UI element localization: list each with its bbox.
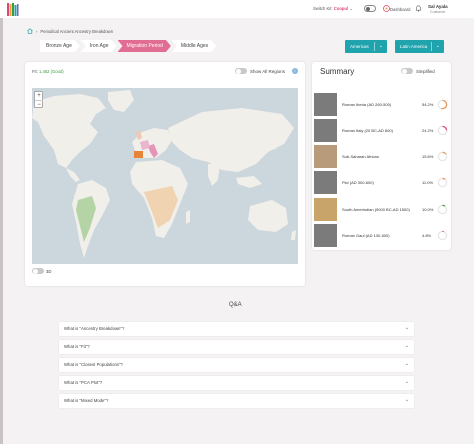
population-ring-chart (437, 151, 448, 162)
tab-middle-ages[interactable]: Middle Ages (172, 40, 216, 52)
kit-name[interactable]: Coopul (334, 6, 348, 11)
population-name: Roman Italy (20 BC-AD 600) (342, 128, 393, 133)
summary-card: Summary Simplified Roman Iberia (AD 260-… (312, 62, 451, 250)
show-all-regions-toggle[interactable] (235, 68, 247, 74)
population-thumbnail (314, 93, 337, 116)
map-card: Fit: 1.462 (Good) Show All Regions i + −… (25, 62, 305, 286)
population-thumbnail (314, 224, 337, 247)
chevron-down-icon: ⌄ (349, 6, 353, 11)
region-select[interactable]: Americas ⌄ (345, 40, 387, 53)
population-ring-chart (437, 177, 448, 188)
population-percent: 24.2% (422, 128, 434, 133)
zoom-in-button[interactable]: + (35, 92, 43, 100)
fit-value: 1.462 (Good) (39, 69, 64, 74)
population-ring-chart (437, 230, 448, 241)
era-tabs: Bronze Age Iron Age Migration Period Mid… (40, 40, 217, 52)
tab-migration-period[interactable]: Migration Period (118, 40, 171, 52)
chevron-down-icon: ⌄ (435, 43, 440, 49)
population-name: Roman Iberia (AD 260-500) (342, 102, 392, 107)
zoom-out-button[interactable]: − (35, 100, 43, 108)
kit-toggle[interactable] (364, 5, 376, 12)
subregion-select[interactable]: Latin America ⌄ (395, 40, 444, 53)
subregion-select-value: Latin America (400, 44, 428, 49)
chevron-down-icon: ⌄ (404, 361, 409, 367)
qa-item[interactable]: What is "Ancestry Breakdown"? ⌄ (59, 322, 414, 336)
fit-label-text: Fit: (32, 69, 38, 74)
switch-kit-label: Switch Kit: (313, 6, 333, 11)
ring-track (437, 204, 448, 215)
chevron-down-icon: ⌄ (378, 43, 383, 49)
population-thumbnail (314, 171, 337, 194)
qa-question: What is "PCA Plot"? (64, 380, 103, 385)
population-name: Roman Gaul (AD 130-500) (342, 233, 390, 238)
breadcrumb-separator-icon: › (36, 28, 38, 34)
side-strip (0, 18, 3, 444)
ring-track (437, 177, 448, 188)
population-row[interactable]: Roman Iberia (AD 260-500) 54.2% (314, 93, 449, 118)
qa-item[interactable]: What is "Closest Populations"? ⌄ (59, 358, 414, 372)
chevron-down-icon: ⌄ (404, 379, 409, 385)
qa-question: What is "Mixed Mode"? (64, 398, 109, 403)
ancestry-map[interactable] (32, 88, 298, 264)
population-ring-chart (437, 99, 448, 110)
3d-toggle[interactable] (32, 268, 44, 274)
population-row[interactable]: South Amerindian (9000 BC-AD 1500) 10.0% (314, 198, 449, 223)
dashboard-link[interactable]: Dashboard (390, 7, 411, 12)
app-logo-icon[interactable] (6, 2, 19, 17)
qa-question: What is "Fit"? (64, 344, 90, 349)
iberia-heat-region (134, 151, 143, 158)
population-name: South Amerindian (9000 BC-AD 1500) (342, 207, 410, 212)
qa-question: What is "Ancestry Breakdown"? (64, 326, 125, 331)
info-icon[interactable]: i (292, 68, 298, 74)
madagascar-landmass (186, 210, 190, 224)
population-percent: 11.0% (422, 180, 434, 185)
breadcrumb: › Periodical Ancient Ancestry Breakdown (27, 27, 113, 35)
population-percent: 4.8% (422, 233, 432, 238)
show-all-regions-label: Show All Regions (250, 69, 286, 74)
population-thumbnail (314, 198, 337, 221)
population-percent: 15.6% (422, 154, 434, 159)
qa-item[interactable]: What is "PCA Plot"? ⌄ (59, 376, 414, 390)
summary-title: Summary (320, 67, 355, 76)
switch-kit[interactable]: Switch Kit: Coopul ⌄ (313, 6, 353, 11)
top-bar: Switch Kit: Coopul ⌄ Dashboard Sal Ayala… (0, 0, 474, 18)
population-thumbnail (314, 119, 337, 142)
population-row[interactable]: Pict (AD 300-600) 11.0% (314, 171, 449, 196)
population-row[interactable]: Roman Gaul (AD 130-500) 4.8% (314, 224, 449, 249)
bell-icon[interactable] (415, 5, 422, 12)
population-ring-chart (437, 204, 448, 215)
qa-title: Q&A (229, 302, 242, 308)
population-percent: 10.0% (422, 207, 434, 212)
tab-iron-age[interactable]: Iron Age (81, 40, 117, 52)
zoom-control: + − (34, 91, 43, 108)
tab-bronze-age[interactable]: Bronze Age (40, 40, 80, 52)
region-select-value: Americas (350, 44, 369, 49)
dashboard-icon[interactable] (383, 5, 390, 12)
user-name[interactable]: Sal Ayala (428, 4, 448, 9)
qa-item[interactable]: What is "Mixed Mode"? ⌄ (59, 394, 414, 408)
population-ring-chart (437, 125, 448, 136)
3d-toggle-label: 3D (46, 269, 52, 274)
population-percent: 54.2% (422, 102, 434, 107)
population-thumbnail (314, 145, 337, 168)
fit-label: Fit: 1.462 (Good) (32, 69, 64, 74)
simplified-toggle[interactable] (401, 68, 413, 74)
population-name: Pict (AD 300-600) (342, 180, 374, 185)
breadcrumb-current: Periodical Ancient Ancestry Breakdown (40, 28, 114, 34)
population-name: Sub-Saharan African (342, 154, 379, 159)
qa-question: What is "Closest Populations"? (64, 362, 123, 367)
population-row[interactable]: Roman Italy (20 BC-AD 600) 24.2% (314, 119, 449, 144)
chevron-down-icon: ⌄ (404, 343, 409, 349)
select-divider (431, 42, 432, 51)
simplified-label: Simplified (416, 69, 435, 74)
user-role: Customer (430, 10, 446, 14)
qa-item[interactable]: What is "Fit"? ⌄ (59, 340, 414, 354)
chevron-down-icon: ⌄ (404, 325, 409, 331)
chevron-down-icon: ⌄ (404, 397, 409, 403)
select-divider (374, 42, 375, 51)
ring-track (437, 230, 448, 241)
home-icon[interactable] (27, 28, 33, 34)
population-row[interactable]: Sub-Saharan African 15.6% (314, 145, 449, 170)
